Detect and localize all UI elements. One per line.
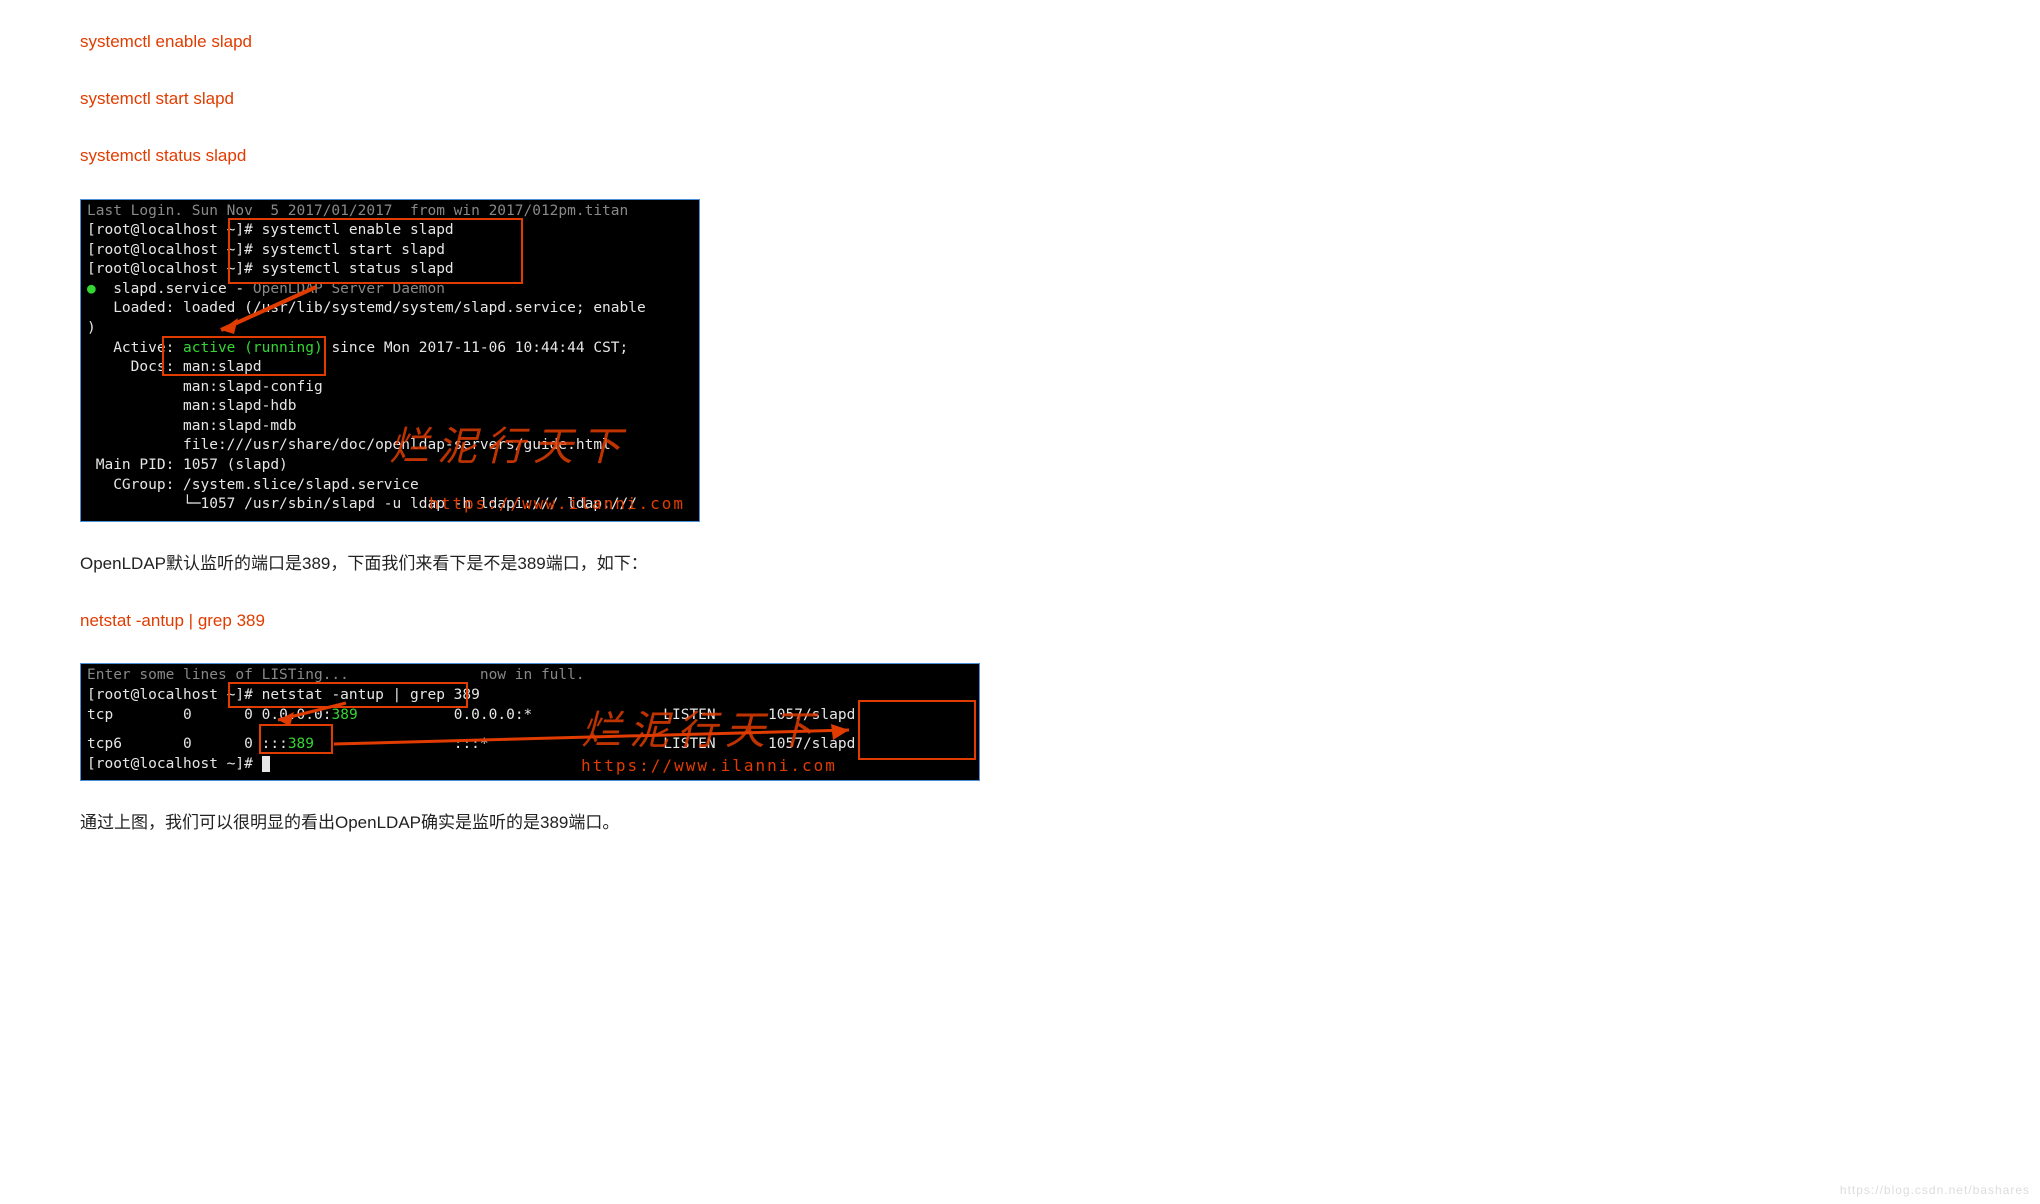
term1-line9: man:slapd-hdb xyxy=(87,397,693,417)
term1-line8: man:slapd-config xyxy=(87,378,693,398)
terminal-screenshot-2: Enter some lines of LISTing... now in fu… xyxy=(80,663,980,781)
term2-row1: tcp 0 0 0.0.0.0:389 0.0.0.0:* LISTEN 105… xyxy=(87,706,973,726)
term1-header: Last Login. Sun Nov 5 2017/01/2017 from … xyxy=(87,202,693,222)
command-1: systemctl enable slapd xyxy=(80,28,1504,57)
term1-line5: Loaded: loaded (/usr/lib/systemd/system/… xyxy=(87,299,693,319)
command-4: netstat -antup | grep 389 xyxy=(80,607,1504,636)
paragraph-1: OpenLDAP默认监听的端口是389，下面我们来看下是不是389端口，如下： xyxy=(80,550,1504,579)
term1-line13: CGroup: /system.slice/slapd.service xyxy=(87,476,693,496)
term1-line7: Docs: man:slapd xyxy=(87,358,693,378)
term2-gap xyxy=(87,725,973,735)
term1-line1: [root@localhost ~]# systemctl enable sla… xyxy=(87,221,693,241)
term2-header: Enter some lines of LISTing... now in fu… xyxy=(87,666,973,686)
term1-line14: └─1057 /usr/sbin/slapd -u ldap -h ldapi:… xyxy=(87,495,693,515)
term1-line12: Main PID: 1057 (slapd) xyxy=(87,456,693,476)
command-3: systemctl status slapd xyxy=(80,142,1504,171)
term2-last: [root@localhost ~]# xyxy=(87,755,973,775)
terminal-screenshot-1: Last Login. Sun Nov 5 2017/01/2017 from … xyxy=(80,199,700,522)
cursor-icon xyxy=(262,756,270,772)
term1-line10: man:slapd-mdb xyxy=(87,417,693,437)
term2-row2: tcp6 0 0 :::389 :::* LISTEN 1057/slapd xyxy=(87,735,973,755)
term1-line2: [root@localhost ~]# systemctl start slap… xyxy=(87,241,693,261)
term1-line4: ● slapd.service - OpenLDAP Server Daemon xyxy=(87,280,693,300)
term1-line5b: ) xyxy=(87,319,693,339)
page-footer-watermark: https://blog.csdn.net/bashares xyxy=(1840,1180,2030,1200)
command-2: systemctl start slapd xyxy=(80,85,1504,114)
paragraph-2: 通过上图，我们可以很明显的看出OpenLDAP确实是监听的是389端口。 xyxy=(80,809,1504,838)
term1-line3: [root@localhost ~]# systemctl status sla… xyxy=(87,260,693,280)
term1-line6: Active: active (running) since Mon 2017-… xyxy=(87,339,693,359)
term2-line1: [root@localhost ~]# netstat -antup | gre… xyxy=(87,686,973,706)
term1-line11: file:///usr/share/doc/openldap-servers/g… xyxy=(87,436,693,456)
